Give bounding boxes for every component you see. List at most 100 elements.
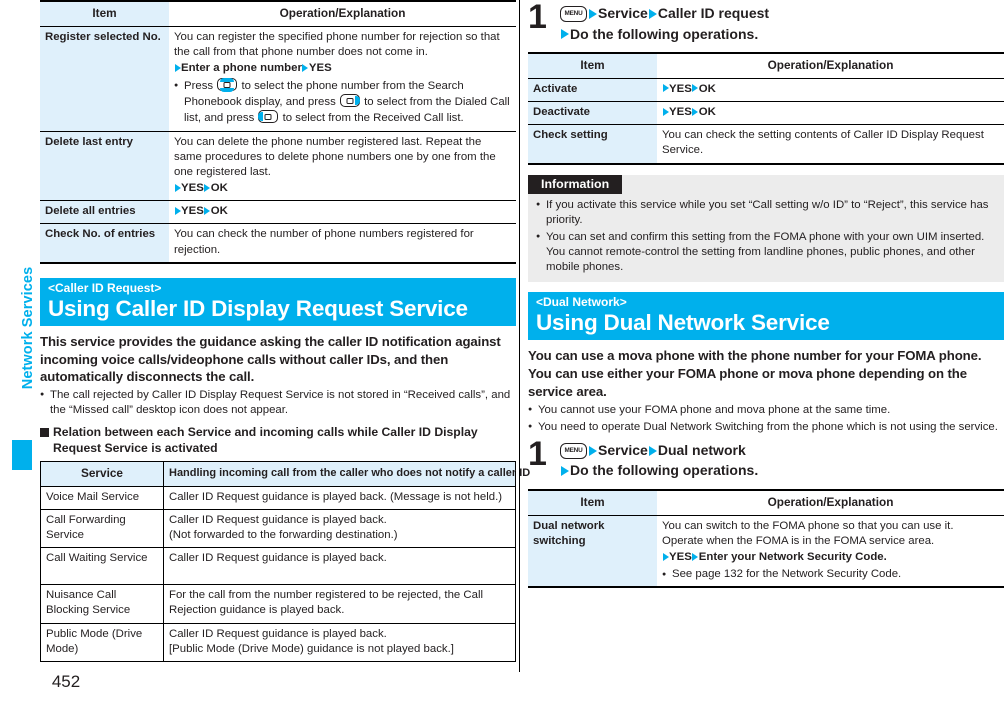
- table-row: Nuisance Call Blocking Service For the c…: [40, 584, 516, 624]
- page-number: 452: [51, 672, 81, 691]
- table-row: Check setting You can check the setting …: [528, 124, 1004, 164]
- arrow-icon: [662, 84, 669, 93]
- step-instruction: Do the following operations.: [570, 462, 759, 479]
- table-row: Activate YES OK: [528, 78, 1004, 102]
- step-number: 1: [528, 0, 547, 36]
- table-row: Delete all entries YES OK: [40, 200, 516, 224]
- row-operation-cell: You can register the specified phone num…: [169, 26, 516, 132]
- menu-key-icon: MENU: [560, 442, 587, 459]
- arrow-icon: [662, 552, 669, 561]
- step-label: YES: [181, 205, 204, 218]
- section-banner-dual-network: <Dual Network> Using Dual Network Servic…: [528, 292, 1004, 341]
- arrow-icon: [692, 84, 699, 93]
- section-lead-text: You can use a mova phone with the phone …: [528, 348, 982, 399]
- operation-text: Operate when the FOMA is in the FOMA ser…: [662, 534, 935, 547]
- row-operation-cell: YES OK: [657, 101, 1004, 125]
- service-name: Call Forwarding Service: [40, 508, 164, 549]
- table-row: Register selected No. You can register t…: [40, 26, 516, 132]
- operation-steps: YES Enter your Network Security Code.: [662, 550, 999, 565]
- operation-text: You can switch to the FOMA phone so that…: [662, 519, 954, 532]
- row-item-label: Dual network switching: [528, 515, 657, 588]
- section-bullet: You cannot use your FOMA phone and mova …: [528, 403, 1004, 418]
- arrow-icon: [204, 206, 211, 215]
- table-row: Call Waiting Service Caller ID Request g…: [40, 547, 516, 586]
- service-name: Nuisance Call Blocking Service: [40, 584, 164, 624]
- step-line-1: MENU Service Dual network: [560, 441, 1004, 461]
- section-title: Using Caller ID Display Request Service: [48, 295, 468, 321]
- service-handling: Caller ID Request guidance is played bac…: [163, 508, 516, 549]
- step-instruction: Do the following operations.: [570, 25, 759, 42]
- step-line-2: Do the following operations.: [560, 461, 1004, 481]
- table-row: Voice Mail Service Caller ID Request gui…: [40, 485, 516, 510]
- information-tab-label: Information: [528, 174, 623, 194]
- right-column: 1 MENU Service Caller ID request Do the fo…: [528, 0, 1004, 589]
- arrow-icon: [204, 183, 211, 192]
- chapter-color-block: [12, 440, 32, 470]
- arrow-icon: [561, 466, 569, 477]
- dual-network-settings-table: Item Operation/Explanation Dual network …: [528, 489, 1004, 589]
- step-label: Enter a phone number: [181, 62, 302, 74]
- operation-note: See page 132 for the Network Security Co…: [662, 567, 999, 582]
- service-name: Voice Mail Service: [40, 485, 164, 510]
- step-target-menu: Service: [598, 441, 648, 458]
- step-target-item: Dual network: [657, 441, 746, 458]
- manual-page: Network Services 452 Item Operation/Expl…: [0, 0, 1004, 704]
- service-name: Call Waiting Service: [40, 547, 164, 586]
- section-tagline: <Dual Network>: [536, 295, 627, 310]
- column-header-item: Item: [528, 53, 657, 79]
- step-label: OK: [210, 205, 228, 218]
- arrow-icon: [302, 63, 309, 72]
- left-column: Item Operation/Explanation Register sele…: [40, 0, 530, 662]
- service-handling: Caller ID Request guidance is played bac…: [163, 622, 516, 662]
- column-header-item: Item: [40, 1, 169, 27]
- section-lead-text: This service provides the guidance askin…: [40, 333, 501, 385]
- chapter-label: Network Services: [20, 266, 36, 390]
- arrow-icon: [174, 63, 181, 72]
- service-handling: Caller ID Request guidance is played bac…: [163, 485, 516, 510]
- subsection-heading: Relation between each Service and incomi…: [40, 425, 516, 457]
- navigation-key-right-icon: [339, 94, 361, 108]
- arrow-icon: [174, 183, 181, 192]
- operation-steps: YES OK: [174, 204, 511, 219]
- section-tagline: <Caller ID Request>: [48, 280, 162, 295]
- operation-steps: YES OK: [662, 105, 999, 120]
- column-header-operation: Operation/Explanation: [169, 1, 516, 27]
- arrow-icon: [648, 445, 657, 456]
- row-item-label: Register selected No.: [40, 26, 169, 132]
- section-bullet: You need to operate Dual Network Switchi…: [528, 420, 1004, 435]
- operation-note: Press to select the phone number from th…: [174, 77, 511, 126]
- step-target-item: Caller ID request: [657, 5, 770, 21]
- section-title: Using Dual Network Service: [536, 310, 830, 336]
- step-label: YES: [181, 182, 204, 195]
- operation-steps: YES OK: [174, 181, 511, 196]
- row-item-label: Check setting: [528, 124, 657, 164]
- arrow-icon: [662, 107, 669, 116]
- information-bullet: If you activate this service while you s…: [536, 198, 996, 228]
- column-header-operation: Operation/Explanation: [657, 53, 1004, 79]
- step-line-2: Do the following operations.: [560, 25, 1004, 45]
- arrow-icon: [648, 8, 657, 19]
- service-name: Public Mode (Drive Mode): [40, 622, 164, 662]
- operation-text: You can check the setting contents of Ca…: [662, 129, 984, 157]
- service-relation-table: Service Handling incoming call from the …: [40, 461, 530, 662]
- navigation-key-up-down-icon: [217, 77, 238, 92]
- row-item-label: Activate: [528, 78, 657, 102]
- row-operation-cell: YES OK: [657, 78, 1004, 102]
- step-dual-network: 1 MENU Service Dual network Do the followi…: [528, 437, 1004, 481]
- row-item-label: Delete last entry: [40, 130, 169, 201]
- service-handling: For the call from the number registered …: [163, 584, 516, 624]
- step-caller-id-request: 1 MENU Service Caller ID request Do the fo…: [528, 0, 1004, 45]
- section-banner-caller-id: <Caller ID Request> Using Caller ID Disp…: [40, 277, 516, 326]
- table-row: Deactivate YES OK: [528, 101, 1004, 125]
- information-box: Information If you activate this service…: [528, 174, 1004, 283]
- table-row: Check No. of entries You can check the n…: [40, 223, 516, 263]
- table-row: Call Forwarding Service Caller ID Reques…: [40, 508, 516, 549]
- arrow-icon: [692, 552, 699, 561]
- operation-steps: YES OK: [662, 82, 999, 97]
- table-row: Delete last entry You can delete the pho…: [40, 130, 516, 201]
- arrow-icon: [589, 8, 597, 19]
- caller-id-settings-table: Item Operation/Explanation Activate YES O…: [528, 52, 1004, 165]
- step-target-menu: Service: [598, 5, 648, 21]
- row-operation-cell: You can check the number of phone number…: [169, 223, 516, 263]
